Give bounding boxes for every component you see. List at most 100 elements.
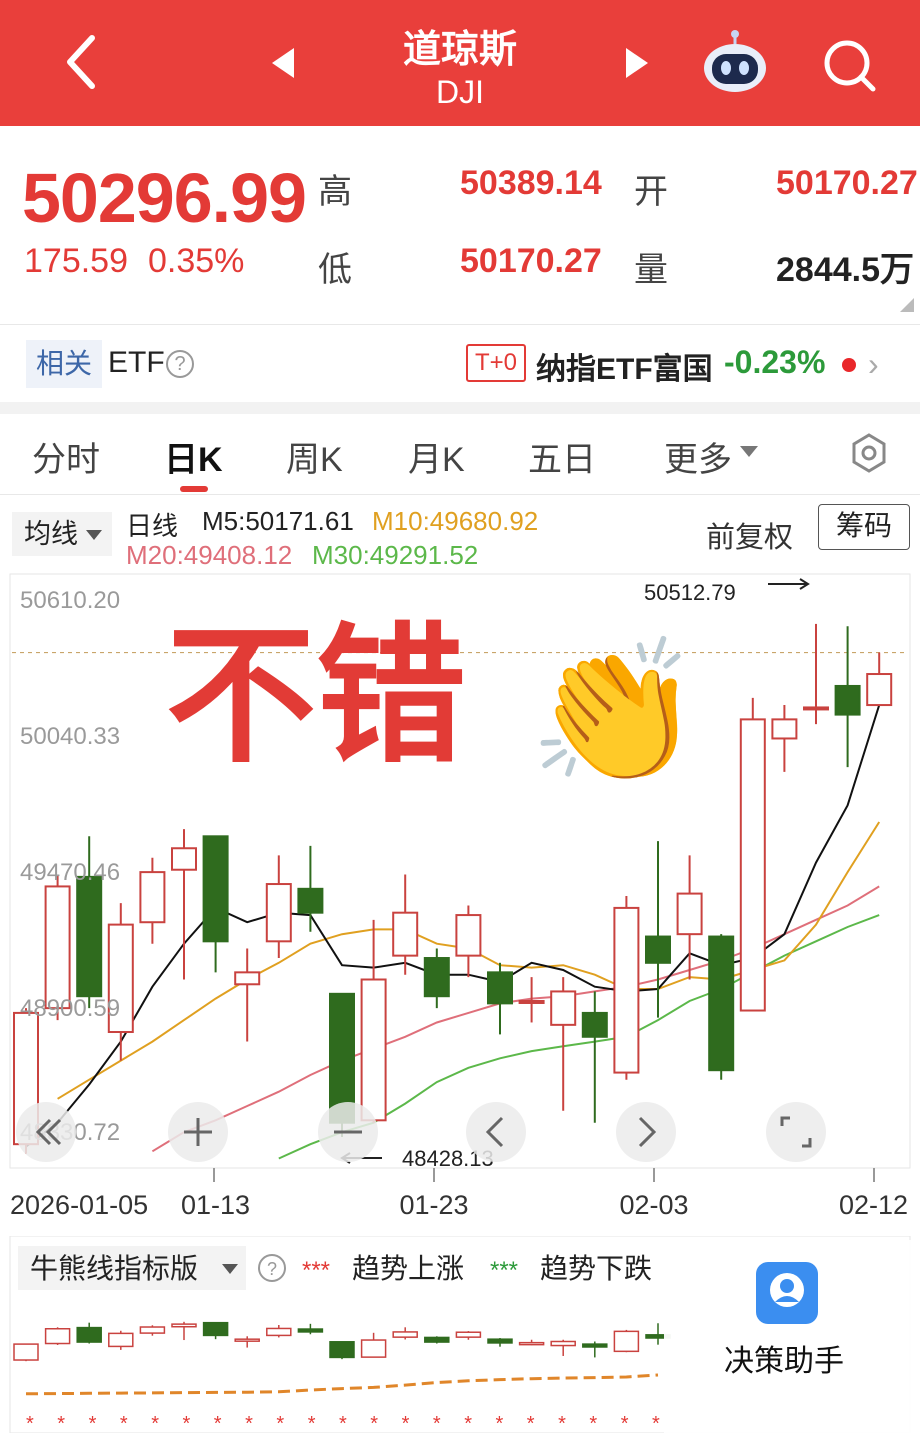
sub-candle-body — [171, 1323, 197, 1328]
price-change-percent: 0.35% — [148, 242, 245, 280]
sub-candle-body — [329, 1341, 355, 1359]
chevron-right-icon[interactable]: › — [868, 346, 879, 383]
high-value: 50389.14 — [460, 164, 602, 202]
next-button[interactable] — [616, 1102, 676, 1162]
ma5-value: M5:50171.61 — [202, 506, 354, 536]
max-price-label: 50512.79 — [644, 580, 736, 605]
x-axis-labels: 2026-01-05 01-13 01-23 02-03 02-12 — [10, 1168, 908, 1220]
candle-body — [676, 892, 703, 936]
candle-body — [455, 914, 482, 957]
chip-distribution-button[interactable]: 筹码 — [818, 504, 910, 550]
related-tag: 相关 — [26, 340, 102, 388]
sub-candle-body — [139, 1326, 166, 1334]
candle — [613, 895, 640, 1080]
candle-body — [234, 971, 261, 986]
low-value: 50170.27 — [460, 242, 602, 280]
candlestick-chart[interactable]: 50610.2050040.3349470.4648900.5948330.72… — [0, 570, 920, 1230]
fullscreen-button[interactable] — [766, 1102, 826, 1162]
zoom-in-button[interactable] — [168, 1102, 228, 1162]
sub-candle-body — [582, 1343, 608, 1348]
sub-candle — [424, 1336, 450, 1344]
sub-candle-body — [234, 1338, 260, 1342]
candle-body — [581, 1011, 608, 1038]
trend-star: * — [214, 1413, 222, 1433]
candle-body — [487, 971, 513, 1005]
adjust-mode[interactable]: 前复权 — [706, 514, 793, 556]
assistant-person-icon — [756, 1262, 818, 1324]
sticker-text: 不错 — [166, 610, 466, 784]
scroll-left-button[interactable] — [16, 1102, 76, 1162]
assistant-label: 决策助手 — [724, 1345, 844, 1378]
top-bar: 道琼斯 DJI — [0, 0, 920, 126]
last-price: 50296.99 — [22, 159, 307, 237]
trend-star: * — [57, 1413, 65, 1433]
sub-candle-body — [76, 1326, 102, 1343]
divider — [0, 494, 920, 495]
tab-daily-k[interactable]: 日K — [164, 432, 223, 481]
trend-star: * — [89, 1413, 97, 1433]
candle-body — [360, 978, 387, 1122]
candle-body — [834, 684, 861, 716]
zoom-out-button[interactable] — [318, 1102, 378, 1162]
ma-caret-icon — [86, 530, 102, 540]
tab-intraday[interactable]: 分时 — [32, 432, 100, 481]
tab-monthly-k[interactable]: 月K — [408, 432, 465, 481]
high-label: 高 — [318, 173, 352, 211]
candle-body — [739, 718, 766, 1012]
candle-body — [171, 847, 197, 871]
trend-star: * — [558, 1413, 566, 1433]
trend-star: * — [433, 1413, 441, 1433]
sub-candle-body — [108, 1332, 134, 1348]
search-icon[interactable] — [820, 36, 878, 94]
x-tick-label: 2026-01-05 — [10, 1190, 148, 1220]
legend-down-stars: *** — [490, 1257, 518, 1284]
candle — [708, 934, 735, 1080]
open-value: 50170.27 — [776, 164, 918, 202]
trend-star: * — [370, 1413, 378, 1433]
tab-more[interactable]: 更多 — [664, 432, 732, 481]
sub-candle-body — [613, 1330, 640, 1353]
sub-candle — [13, 1343, 39, 1362]
related-fund-name[interactable]: 纳指ETF富国 — [536, 344, 713, 388]
trend-star: * — [308, 1413, 316, 1433]
candle-body — [645, 935, 671, 964]
robot-assistant-icon[interactable] — [700, 30, 770, 96]
sub-candle-body — [518, 1341, 545, 1346]
help-icon[interactable]: ? — [166, 350, 194, 378]
prev-button[interactable] — [466, 1102, 526, 1162]
trend-star: * — [26, 1413, 34, 1433]
trend-star: * — [276, 1413, 284, 1433]
x-tick-label: 01-13 — [181, 1190, 250, 1220]
trend-star: * — [183, 1413, 191, 1433]
x-tick-label: 01-23 — [399, 1190, 468, 1220]
trend-star: * — [120, 1413, 128, 1433]
prev-index-icon[interactable] — [272, 48, 294, 78]
trend-star: * — [496, 1413, 504, 1433]
tab-weekly-k[interactable]: 周K — [286, 432, 343, 481]
sub-candle — [108, 1330, 134, 1350]
expand-corner-icon[interactable] — [900, 298, 914, 312]
decision-assistant[interactable]: 决策助手 — [664, 1240, 920, 1433]
back-icon[interactable] — [60, 32, 104, 92]
active-tab-indicator — [180, 486, 208, 492]
candle-body — [708, 935, 735, 1072]
volume-value: 2844.5万 — [776, 251, 914, 289]
y-tick-label: 48900.59 — [20, 995, 120, 1022]
candle-body — [771, 718, 798, 740]
candle-body — [613, 906, 640, 1074]
settings-gear-icon[interactable] — [848, 432, 890, 474]
sticker-clap-emoji: 👏 — [528, 633, 702, 790]
tab-five-day[interactable]: 五日 — [528, 432, 596, 481]
next-index-icon[interactable] — [626, 48, 648, 78]
y-tick-label: 50610.20 — [20, 587, 120, 614]
sub-candle-body — [550, 1340, 576, 1347]
legend-up-stars: *** — [302, 1257, 330, 1284]
page-title: 道琼斯 — [402, 29, 517, 71]
legend-down-label: 趋势下跌 — [540, 1253, 652, 1284]
candle-body — [423, 957, 450, 998]
indicator-help-glyph: ? — [267, 1259, 277, 1279]
trend-star: * — [245, 1413, 253, 1433]
trend-star: * — [464, 1413, 472, 1433]
trend-star: * — [652, 1413, 660, 1433]
candle-body — [866, 673, 893, 707]
